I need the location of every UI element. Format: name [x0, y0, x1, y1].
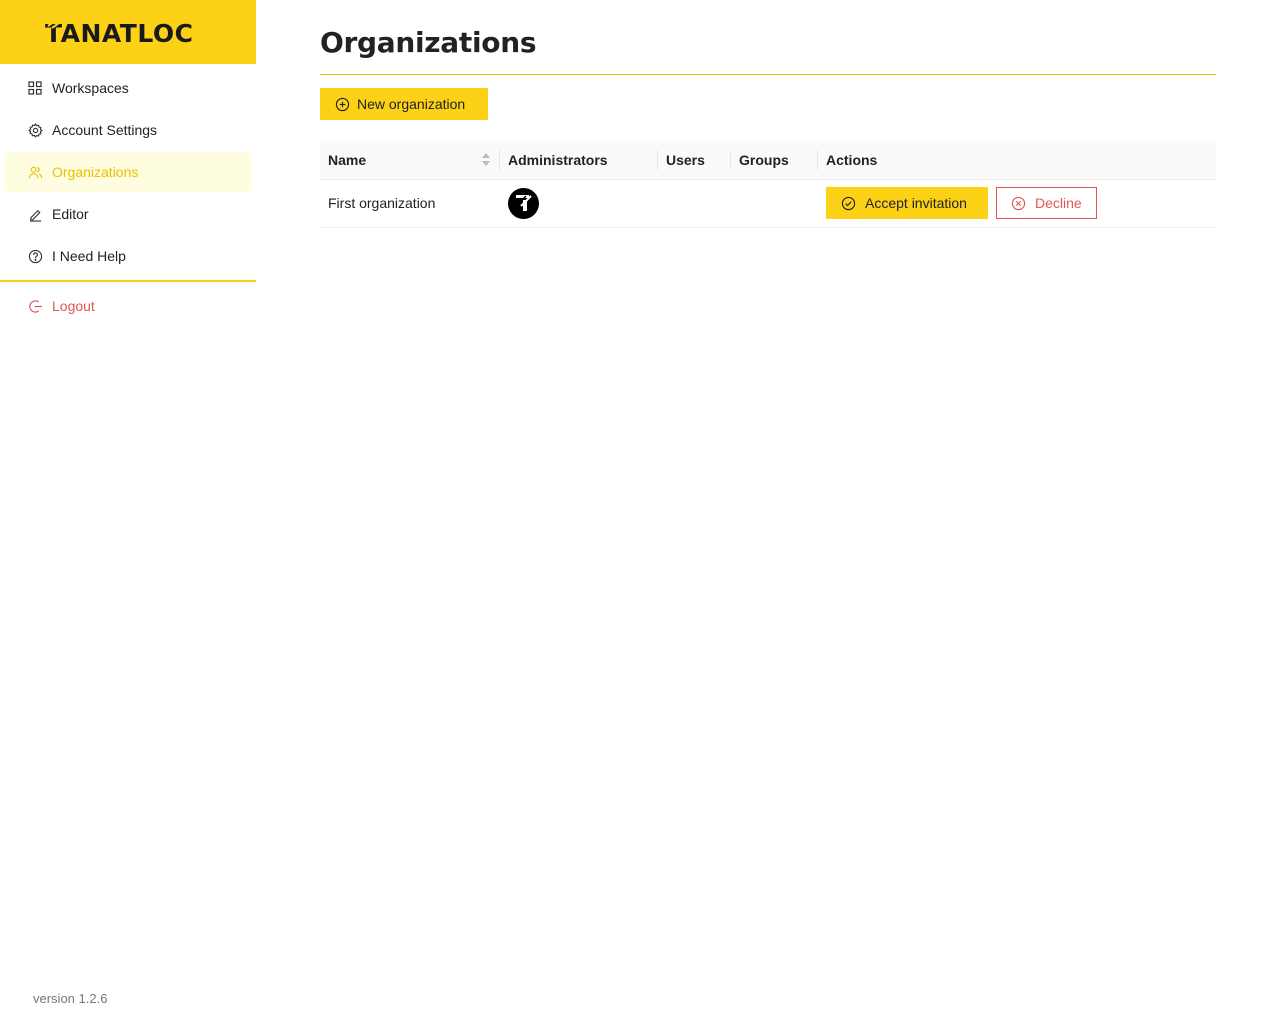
sidebar-item-label: Account Settings	[52, 122, 158, 138]
actions-cell: Accept invitation Decline	[818, 179, 1216, 227]
sidebar-divider	[0, 280, 256, 282]
table-header-row: Name Administrators Users Groups Actions	[320, 141, 1216, 179]
sidebar-item-label: Workspaces	[52, 80, 129, 96]
avatar[interactable]	[508, 187, 539, 219]
sidebar-item-logout[interactable]: Logout	[4, 286, 252, 326]
sidebar-item-help[interactable]: I Need Help	[4, 236, 252, 276]
sidebar-item-label: Logout	[52, 298, 95, 314]
users-icon	[26, 163, 44, 181]
sidebar-nav: Workspaces Account Settings Organization…	[0, 64, 256, 326]
new-organization-button[interactable]: New organization	[320, 88, 488, 120]
sidebar-item-organizations[interactable]: Organizations	[4, 152, 252, 192]
version-label: version 1.2.6	[33, 991, 108, 1006]
decline-label: Decline	[1035, 195, 1082, 211]
svg-text:TANATLOC: TANATLOC	[45, 20, 193, 44]
grid-icon	[26, 79, 44, 97]
column-header-users: Users	[658, 141, 731, 179]
sidebar-item-label: I Need Help	[52, 248, 126, 264]
logout-icon	[26, 297, 44, 315]
question-circle-icon	[26, 247, 44, 265]
plus-circle-icon	[335, 97, 350, 112]
brand-logo[interactable]: TANATLOC	[0, 0, 256, 64]
sidebar: TANATLOC Workspaces Account Settings Org…	[0, 0, 256, 1024]
sidebar-item-label: Organizations	[52, 164, 139, 180]
organization-name: First organization	[328, 195, 436, 211]
sidebar-item-account-settings[interactable]: Account Settings	[4, 110, 252, 150]
tanatloc-avatar-icon	[515, 195, 532, 211]
main-content: Organizations New organization Name Admi…	[320, 0, 1216, 228]
new-organization-label: New organization	[357, 96, 466, 112]
groups-cell	[731, 179, 818, 227]
sidebar-item-editor[interactable]: Editor	[4, 194, 252, 234]
column-header-groups: Groups	[731, 141, 818, 179]
sidebar-item-workspaces[interactable]: Workspaces	[4, 68, 252, 108]
column-header-administrators: Administrators	[500, 141, 658, 179]
users-cell	[658, 179, 731, 227]
sort-icon[interactable]	[482, 153, 490, 166]
accept-invitation-label: Accept invitation	[865, 195, 967, 211]
organizations-table: Name Administrators Users Groups Actions…	[320, 141, 1216, 228]
pencil-icon	[26, 205, 44, 223]
close-circle-icon	[1011, 196, 1026, 211]
sidebar-item-label: Editor	[52, 206, 89, 222]
gear-icon	[26, 121, 44, 139]
accept-invitation-button[interactable]: Accept invitation	[826, 187, 988, 219]
title-divider	[320, 74, 1216, 75]
decline-button[interactable]: Decline	[996, 187, 1097, 219]
column-header-actions: Actions	[826, 151, 878, 168]
administrators-cell	[500, 179, 658, 227]
tanatloc-logo-icon: TANATLOC	[45, 20, 193, 44]
column-header-name[interactable]: Name	[320, 141, 500, 179]
page-title: Organizations	[320, 26, 537, 59]
check-circle-icon	[841, 196, 856, 211]
table-row: First organization Accept invitation Dec…	[320, 179, 1216, 227]
